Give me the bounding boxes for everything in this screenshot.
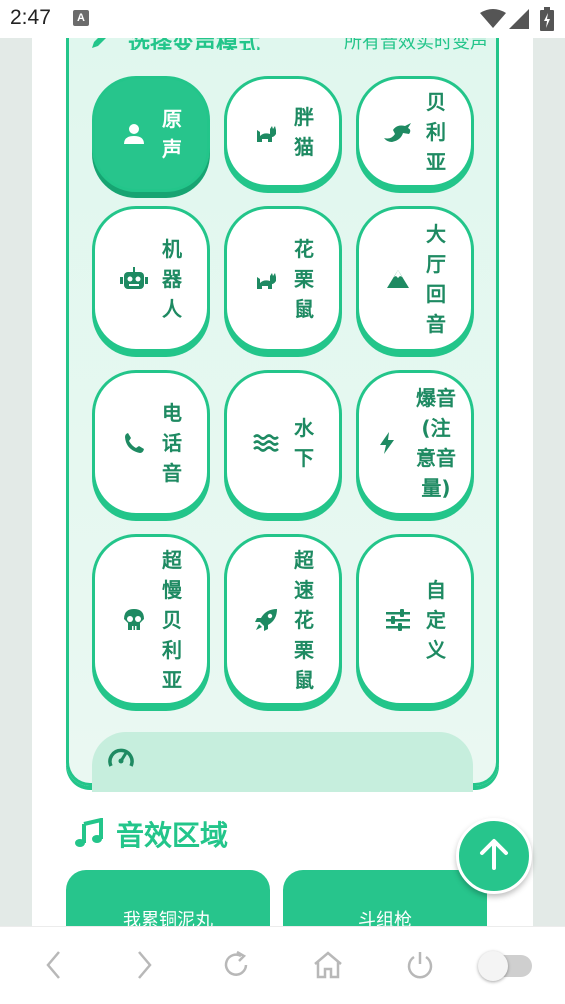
voice-button-hall-echo[interactable]: 大厅回音 — [356, 206, 474, 352]
gauge-icon — [108, 746, 134, 772]
text-a-icon: A — [73, 10, 89, 26]
battery-charging-icon — [540, 7, 554, 35]
skull-icon — [119, 608, 149, 632]
voice-button-phone[interactable]: 电话音 — [92, 370, 210, 516]
voice-button-label: 花栗鼠 — [294, 237, 314, 321]
home-button[interactable] — [308, 947, 348, 987]
voice-button-label: 超速花栗鼠 — [294, 548, 314, 692]
dragon-icon — [383, 120, 413, 144]
mountain-icon — [383, 269, 413, 289]
power-icon — [405, 950, 435, 984]
robot-icon — [119, 267, 149, 291]
voice-button-fat-cat[interactable]: 胖猫 — [224, 76, 342, 188]
wifi-icon — [480, 9, 506, 33]
voice-panel-partial-row[interactable] — [92, 732, 473, 792]
music-note-icon — [74, 817, 104, 852]
reload-button[interactable] — [216, 947, 256, 987]
sound-effects-title: 音效区域 — [116, 819, 229, 852]
voice-button-super-slow-belial[interactable]: 超慢贝利亚 — [92, 534, 210, 706]
voice-button-original[interactable]: 原声 — [92, 76, 210, 192]
cat-icon — [251, 120, 281, 144]
status-time: 2:47 — [10, 6, 51, 29]
forward-icon — [134, 950, 154, 984]
forward-button[interactable] — [124, 947, 164, 987]
voice-button-label: 爆音(注意音量) — [416, 386, 456, 500]
browser-nav-bar — [0, 926, 565, 1004]
home-icon — [313, 950, 343, 984]
voice-button-label: 电话音 — [162, 401, 182, 485]
screen: 2:47 A 选择变声模式 所有音效实时变声 原声 胖猫 贝利亚 机器人 花栗鼠… — [0, 0, 565, 1004]
voice-button-custom[interactable]: 自定义 — [356, 534, 474, 706]
voice-button-underwater[interactable]: 水下 — [224, 370, 342, 516]
signal-icon — [508, 8, 530, 34]
voice-button-chipmunk[interactable]: 花栗鼠 — [224, 206, 342, 352]
arrow-up-icon — [479, 838, 509, 874]
rocket-icon — [251, 608, 281, 632]
bolt-icon — [372, 431, 402, 455]
voice-button-label: 胖猫 — [294, 105, 314, 159]
voice-button-label: 水下 — [294, 416, 314, 470]
back-button[interactable] — [34, 947, 74, 987]
water-icon — [251, 434, 281, 452]
phone-icon — [119, 432, 149, 454]
voice-button-robot[interactable]: 机器人 — [92, 206, 210, 352]
scroll-to-top-button[interactable] — [456, 818, 532, 894]
back-icon — [44, 950, 64, 984]
voice-button-label: 超慢贝利亚 — [162, 548, 182, 692]
voice-button-belial[interactable]: 贝利亚 — [356, 76, 474, 188]
voice-button-label: 贝利亚 — [426, 90, 446, 174]
status-bar: 2:47 A — [0, 0, 565, 38]
user-icon — [119, 123, 149, 145]
voice-button-label: 大厅回音 — [426, 222, 446, 336]
toggle-switch-knob[interactable] — [478, 951, 508, 981]
voice-button-label: 自定义 — [426, 578, 446, 662]
cat-icon — [251, 267, 281, 291]
sliders-icon — [383, 609, 413, 631]
voice-button-label: 原声 — [162, 107, 182, 161]
voice-button-super-fast-chipmunk[interactable]: 超速花栗鼠 — [224, 534, 342, 706]
voice-button-distortion[interactable]: 爆音(注意音量) — [356, 370, 474, 516]
power-button[interactable] — [400, 947, 440, 987]
voice-button-label: 机器人 — [162, 237, 182, 321]
reload-icon — [221, 950, 251, 984]
